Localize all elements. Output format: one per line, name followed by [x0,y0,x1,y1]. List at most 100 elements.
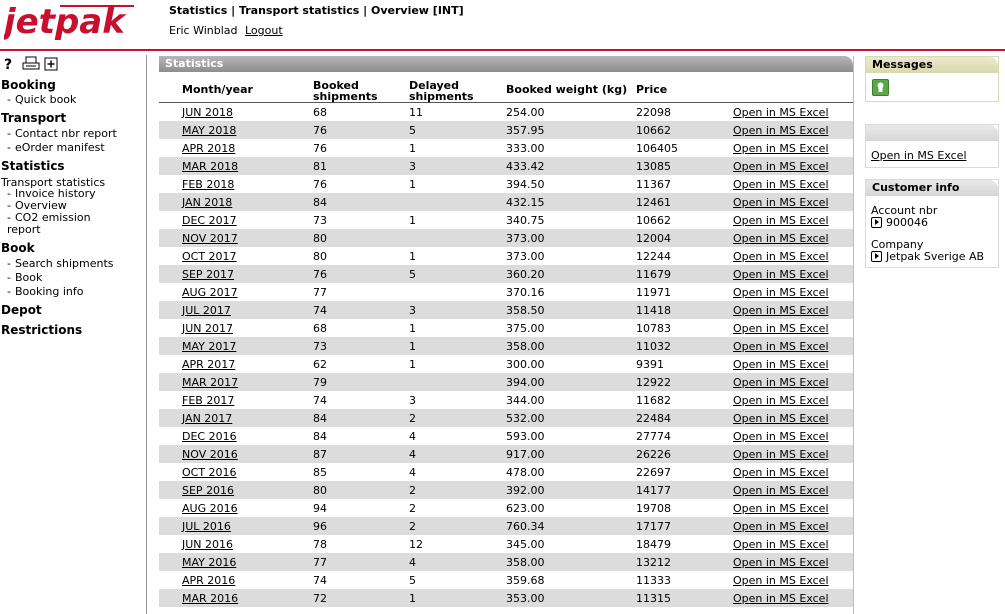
month-link[interactable]: SEP 2017 [182,268,234,281]
open-in-excel-link[interactable]: Open in MS Excel [733,484,829,497]
column-header-price[interactable]: Price [636,84,667,95]
nav-section-book[interactable]: Book [1,241,35,255]
month-link[interactable]: JAN 2018 [182,196,232,209]
month-link[interactable]: MAY 2017 [182,340,236,353]
open-in-excel-link[interactable]: Open in MS Excel [733,304,829,317]
messages-title: Messages [866,57,998,73]
month-link[interactable]: SEP 2016 [182,484,234,497]
month-link[interactable]: OCT 2016 [182,466,237,479]
month-link[interactable]: MAR 2018 [182,160,238,173]
delayed-shipments-cell: 3 [409,394,416,407]
open-in-excel-link[interactable]: Open in MS Excel [733,214,829,227]
open-in-excel-link[interactable]: Open in MS Excel [733,250,829,263]
column-header-booked[interactable]: Booked shipments [313,80,393,102]
month-link[interactable]: MAY 2016 [182,556,236,569]
nav-item-eorder-manifest[interactable]: - eOrder manifest [7,142,105,154]
delayed-shipments-cell: 2 [409,502,416,515]
booked-weight-cell: 358.00 [506,556,545,569]
booked-shipments-cell: 80 [313,484,327,497]
nav-item-booking-info[interactable]: - Booking info [7,286,84,298]
jetpak-logo[interactable]: jetpak [4,2,136,44]
month-link[interactable]: JAN 2017 [182,412,232,425]
price-cell: 12922 [636,376,671,389]
delayed-shipments-cell: 11 [409,106,423,119]
open-in-excel-link[interactable]: Open in MS Excel [733,448,829,461]
month-link[interactable]: MAR 2017 [182,376,238,389]
booked-shipments-cell: 73 [313,214,327,227]
open-in-excel-link[interactable]: Open in MS Excel [733,592,829,605]
column-header-month[interactable]: Month/year [182,84,253,95]
nav-section-statistics[interactable]: Statistics [1,159,65,173]
month-link[interactable]: NOV 2017 [182,232,238,245]
open-in-excel-link[interactable]: Open in MS Excel [733,124,829,137]
open-in-excel-link[interactable]: Open in MS Excel [733,178,829,191]
open-in-excel-link[interactable]: Open in MS Excel [733,520,829,533]
nav-section-restrictions[interactable]: Restrictions [1,323,82,337]
open-in-excel-link[interactable]: Open in MS Excel [733,322,829,335]
price-cell: 11032 [636,340,671,353]
table-row: FEB 2018 76 1 394.50 11367 Open in MS Excel [159,175,853,193]
print-icon[interactable] [22,56,40,74]
column-header-delayed[interactable]: Delayed shipments [409,80,489,102]
month-link[interactable]: MAR 2016 [182,592,238,605]
column-header-weight[interactable]: Booked weight (kg) [506,84,627,95]
month-link[interactable]: NOV 2016 [182,448,238,461]
month-link[interactable]: FEB 2017 [182,394,234,407]
month-link[interactable]: APR 2016 [182,574,235,587]
nav-item-search-shipments[interactable]: - Search shipments [7,258,114,270]
month-link[interactable]: FEB 2018 [182,178,234,191]
nav-section-depot[interactable]: Depot [1,303,42,317]
month-link[interactable]: OCT 2017 [182,250,237,263]
price-cell: 22098 [636,106,671,119]
nav-item-co2-emission-report[interactable]: - CO2 emission report [7,212,95,236]
open-in-excel-link[interactable]: Open in MS Excel [733,466,829,479]
open-in-excel-link[interactable]: Open in MS Excel [733,106,829,119]
message-icon[interactable] [872,79,889,96]
open-in-excel-link[interactable]: Open in MS Excel [733,430,829,443]
month-link[interactable]: AUG 2017 [182,286,238,299]
month-link[interactable]: APR 2018 [182,142,235,155]
add-window-icon[interactable] [44,57,58,74]
open-in-excel-link[interactable]: Open in MS Excel [733,340,829,353]
price-cell: 11679 [636,268,671,281]
open-in-excel-link[interactable]: Open in MS Excel [733,160,829,173]
nav-section-booking[interactable]: Booking [1,78,56,92]
month-link[interactable]: JUN 2017 [182,322,233,335]
logout-link[interactable]: Logout [245,24,283,37]
open-in-excel-link[interactable]: Open in MS Excel [733,394,829,407]
open-in-excel-link[interactable]: Open in MS Excel [871,149,967,162]
month-link[interactable]: DEC 2016 [182,430,237,443]
month-link[interactable]: MAY 2018 [182,124,236,137]
open-in-excel-link[interactable]: Open in MS Excel [733,412,829,425]
table-row: JAN 2017 84 2 532.00 22484 Open in MS Excel [159,409,853,427]
open-in-excel-link[interactable]: Open in MS Excel [733,232,829,245]
booked-shipments-cell: 74 [313,574,327,587]
booked-weight-cell: 375.00 [506,322,545,335]
month-link[interactable]: JUN 2018 [182,106,233,119]
logo-text: jetpak [4,2,127,42]
nav-section-transport[interactable]: Transport [1,111,66,125]
open-in-excel-link[interactable]: Open in MS Excel [733,196,829,209]
table-row: OCT 2017 80 1 373.00 12244 Open in MS Excel [159,247,853,265]
month-link[interactable]: AUG 2016 [182,502,238,515]
open-in-excel-link[interactable]: Open in MS Excel [733,286,829,299]
open-in-excel-link[interactable]: Open in MS Excel [733,556,829,569]
nav-item-book[interactable]: - Book [7,272,42,284]
price-cell: 13212 [636,556,671,569]
nav-item-contact-nbr-report[interactable]: - Contact nbr report [7,128,117,140]
open-in-excel-link[interactable]: Open in MS Excel [733,574,829,587]
open-in-excel-link[interactable]: Open in MS Excel [733,358,829,371]
nav-item-quick-book[interactable]: - Quick book [7,94,76,106]
month-link[interactable]: JUN 2016 [182,538,233,551]
month-link[interactable]: APR 2017 [182,358,235,371]
open-in-excel-link[interactable]: Open in MS Excel [733,142,829,155]
help-icon[interactable]: ? [4,57,12,73]
open-in-excel-link[interactable]: Open in MS Excel [733,502,829,515]
open-in-excel-link[interactable]: Open in MS Excel [733,268,829,281]
price-cell: 11418 [636,304,671,317]
month-link[interactable]: JUL 2017 [182,304,231,317]
open-in-excel-link[interactable]: Open in MS Excel [733,538,829,551]
open-in-excel-link[interactable]: Open in MS Excel [733,376,829,389]
month-link[interactable]: DEC 2017 [182,214,237,227]
month-link[interactable]: JUL 2016 [182,520,231,533]
